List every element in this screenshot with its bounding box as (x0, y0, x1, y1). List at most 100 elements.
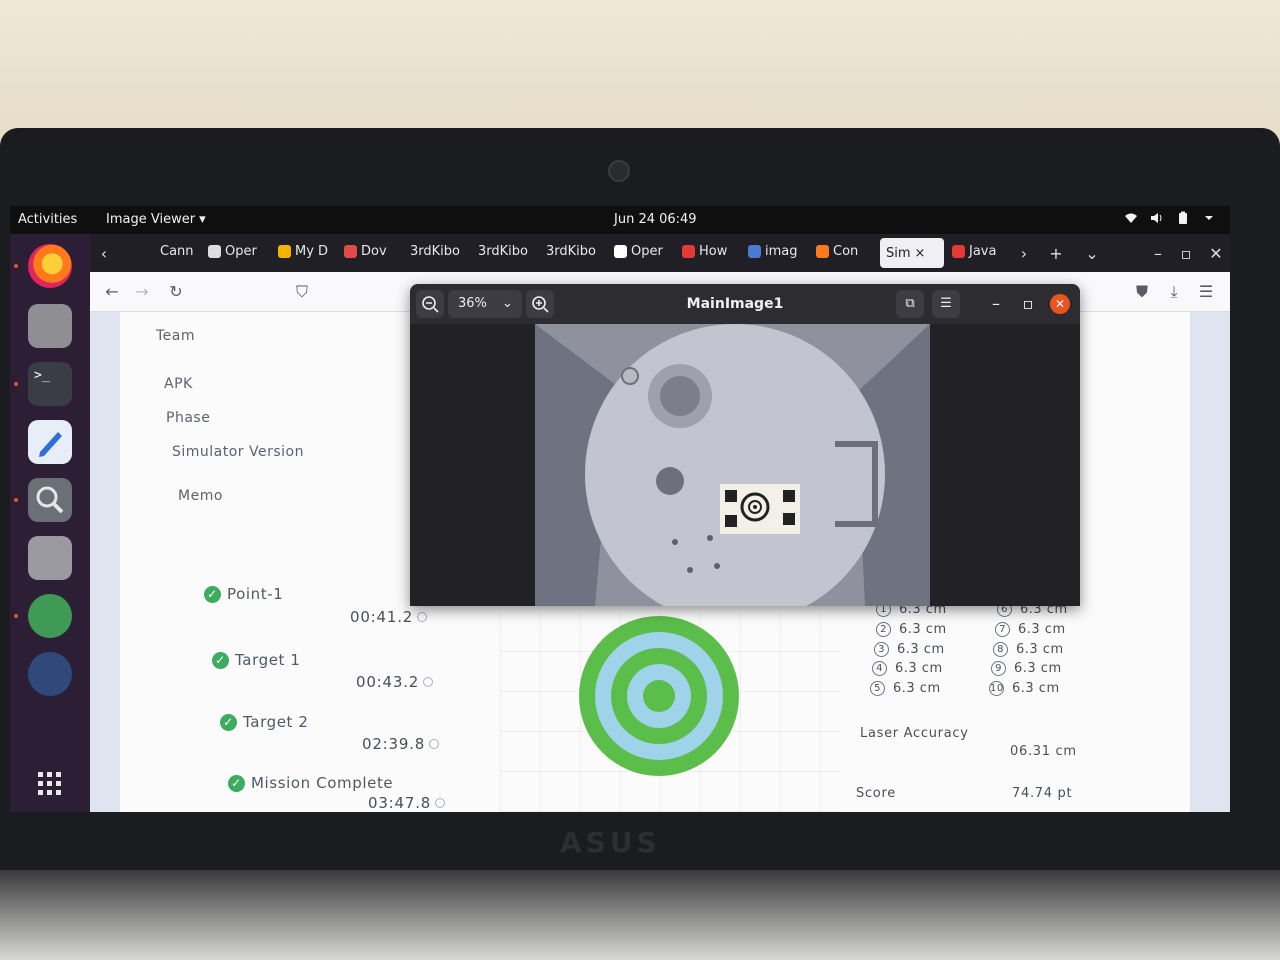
apk-label: APK (164, 376, 193, 392)
tab-scroll-right-icon[interactable]: › (1012, 242, 1036, 266)
tab-label: Con (833, 244, 859, 259)
distance-value: 6.3 cm (1014, 661, 1062, 676)
minimize-icon[interactable]: – (984, 292, 1008, 316)
android-studio-icon[interactable] (28, 594, 72, 638)
distance-value: 6.3 cm (1016, 642, 1064, 657)
tab-list-icon[interactable]: ⌄ (1080, 242, 1104, 266)
distance-row: 8 6.3 cm (993, 642, 1064, 657)
zoom-in-button[interactable] (526, 290, 554, 318)
event-point-1: ✓ Point-1 (204, 585, 283, 603)
tab-favicon (952, 245, 965, 258)
minimize-icon[interactable]: – (1146, 242, 1170, 266)
new-tab-icon[interactable]: + (1044, 242, 1068, 266)
tab[interactable]: Oper (614, 244, 678, 259)
pocket-icon[interactable]: ⛊ (1130, 280, 1154, 304)
score-label: Score (856, 786, 896, 801)
shield-icon[interactable]: ⛉ (290, 280, 314, 304)
tab-favicon (682, 245, 695, 258)
tab-label: Oper (225, 244, 257, 259)
event-label: Point-1 (227, 585, 284, 603)
tab-label: imag (765, 244, 798, 259)
help-icon[interactable] (423, 677, 434, 687)
remote-desktop-icon[interactable] (28, 652, 72, 696)
chevron-down-icon: ⌄ (502, 296, 513, 311)
forward-icon[interactable]: → (130, 280, 154, 304)
score-value: 74.74 pt (1012, 786, 1073, 801)
tab[interactable]: Dov (344, 244, 408, 259)
check-icon: ✓ (228, 774, 245, 792)
tab-label: 3rdKibo (478, 244, 528, 259)
viewer-title: MainImage1 (686, 296, 784, 312)
text-editor-icon[interactable] (28, 420, 72, 464)
check-icon: ✓ (212, 651, 229, 669)
tab[interactable]: 3rdKibo (478, 244, 542, 259)
zoom-out-icon (422, 296, 439, 313)
tab-scroll-left-icon[interactable]: ‹ (92, 242, 116, 266)
distance-value: 6.3 cm (893, 681, 941, 696)
event-target-2: ✓ Target 2 (220, 713, 309, 731)
distance-row: 7 6.3 cm (995, 622, 1066, 637)
firefox-icon[interactable] (28, 244, 72, 288)
zoom-out-button[interactable] (416, 290, 444, 318)
distance-index: 8 (993, 642, 1008, 657)
event-label: Mission Complete (251, 774, 394, 792)
distance-index: 3 (874, 642, 889, 657)
tab[interactable]: Oper (208, 244, 272, 259)
menu-icon[interactable]: ☰ (1194, 280, 1218, 304)
fullscreen-button[interactable]: ⧉ (896, 290, 924, 318)
hamburger-menu-button[interactable]: ☰ (932, 290, 960, 318)
close-icon[interactable]: × (915, 246, 926, 261)
distance-row: 9 6.3 cm (991, 661, 1062, 676)
tab[interactable]: My D (278, 244, 342, 259)
tab[interactable]: Java (952, 244, 1016, 259)
activities-button[interactable]: Activities (18, 212, 77, 227)
tab-label: Sim (886, 245, 911, 261)
tab-label: How (699, 244, 728, 259)
tab[interactable]: imag (748, 244, 812, 259)
running-indicator (14, 264, 18, 268)
show-apps-icon[interactable] (28, 762, 72, 806)
archive-icon[interactable] (28, 536, 72, 580)
close-window-button[interactable]: ✕ (1050, 294, 1070, 314)
tab-favicon (278, 245, 291, 258)
maximize-icon[interactable]: ▫ (1174, 242, 1198, 266)
terminal-icon[interactable]: >_ (28, 362, 72, 406)
system-tray[interactable] (1124, 211, 1216, 225)
back-icon[interactable]: ← (100, 280, 124, 304)
distance-row: 10 6.3 cm (989, 681, 1060, 696)
distance-value: 6.3 cm (1018, 622, 1066, 637)
tab-label: Java (969, 244, 997, 259)
top-bar: Activities Image Viewer ▾ Jun 24 06:49 (10, 206, 1230, 234)
tab-favicon (344, 245, 357, 258)
help-icon[interactable] (429, 739, 440, 749)
tab[interactable]: Con (816, 244, 880, 259)
help-icon[interactable] (417, 612, 428, 622)
tab-active[interactable]: Sim × (880, 238, 944, 268)
distance-index: 5 (870, 681, 885, 696)
reload-icon[interactable]: ↻ (164, 280, 188, 304)
files-icon[interactable] (28, 304, 72, 348)
event-mission-complete: ✓ Mission Complete (228, 774, 393, 792)
distance-row: 3 6.3 cm (874, 642, 945, 657)
clock[interactable]: Jun 24 06:49 (614, 212, 697, 227)
app-menu[interactable]: Image Viewer ▾ (106, 212, 206, 227)
distance-index: 4 (872, 661, 887, 676)
tab[interactable]: 3rdKibo (546, 244, 610, 259)
close-window-icon[interactable]: ✕ (1204, 242, 1228, 266)
event-time: 03:47.8 (368, 794, 446, 812)
maximize-icon[interactable]: ▫ (1016, 292, 1040, 316)
tab[interactable]: How (682, 244, 746, 259)
camera-image (535, 324, 930, 606)
phase-label: Phase (166, 410, 211, 426)
tab[interactable]: 3rdKibo (410, 244, 474, 259)
help-icon[interactable] (435, 798, 446, 808)
distance-index: 7 (995, 622, 1010, 637)
distance-value: 6.3 cm (1012, 681, 1060, 696)
distance-row: 5 6.3 cm (870, 681, 941, 696)
downloads-icon[interactable]: ⤓ (1162, 280, 1186, 304)
target-graphic (579, 616, 739, 776)
memo-label: Memo (178, 488, 223, 504)
image-viewer-icon[interactable] (28, 478, 72, 522)
tab-favicon (748, 245, 761, 258)
zoom-level-dropdown[interactable]: 36% ⌄ (448, 290, 522, 318)
